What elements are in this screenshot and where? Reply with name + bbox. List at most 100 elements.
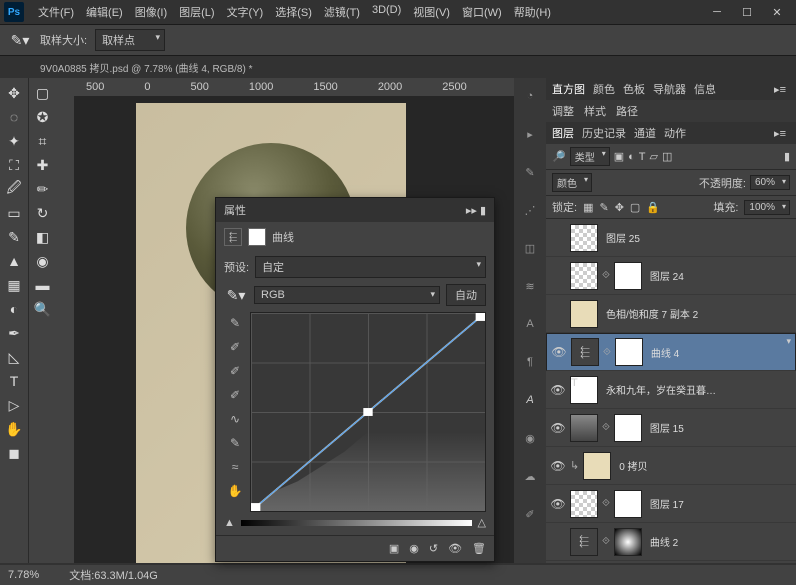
layer-name[interactable]: 曲线 2 bbox=[650, 534, 792, 549]
auto-button[interactable]: 自动 bbox=[446, 284, 486, 306]
link-icon[interactable]: ⟐ bbox=[602, 270, 610, 281]
fill-value[interactable]: 100% bbox=[744, 200, 790, 215]
pen-tool-icon[interactable]: ✒ bbox=[2, 322, 26, 344]
menu-select[interactable]: 选择(S) bbox=[269, 4, 318, 20]
slice-tool-icon[interactable]: ⌗ bbox=[31, 130, 55, 152]
menu-window[interactable]: 窗口(W) bbox=[456, 4, 508, 20]
layer-thumbnail[interactable]: ⬱ bbox=[570, 528, 598, 556]
rect-marquee-tool-icon[interactable]: ▢ bbox=[31, 82, 55, 104]
filter-shape-icon[interactable]: ▱ bbox=[650, 150, 658, 163]
visibility-toggle[interactable]: 👁 bbox=[550, 497, 566, 511]
visibility-toggle[interactable]: 👁 bbox=[550, 383, 566, 397]
shape-tool-icon[interactable]: ▬ bbox=[31, 274, 55, 296]
layer-mask-thumbnail[interactable] bbox=[614, 414, 642, 442]
pencil-tool-icon[interactable]: ✏ bbox=[31, 178, 55, 200]
paragraph-panel-icon[interactable]: ¶ bbox=[518, 350, 542, 374]
minimize-button[interactable]: ─ bbox=[702, 2, 732, 22]
eyedropper-tool-icon[interactable]: 🖉 bbox=[2, 178, 26, 200]
foreground-color[interactable]: ◼ bbox=[2, 442, 26, 464]
mask-icon[interactable] bbox=[248, 228, 266, 246]
channel-select[interactable]: RGB bbox=[254, 286, 440, 304]
panel-menu-icon[interactable]: ▸≡ bbox=[770, 127, 790, 140]
blur-tool-icon[interactable]: ◉ bbox=[31, 250, 55, 272]
libraries-panel-icon[interactable]: ◉ bbox=[518, 426, 542, 450]
layer-thumbnail[interactable] bbox=[570, 224, 598, 252]
layer-row[interactable]: 👁 ⬱ ⟐ 曲线 4 bbox=[546, 333, 796, 371]
visibility-toggle[interactable]: 👁 bbox=[550, 459, 566, 473]
sample-size-select[interactable]: 取样点 bbox=[95, 29, 165, 51]
layer-mask-thumbnail[interactable] bbox=[614, 490, 642, 518]
magic-wand-tool-icon[interactable]: ✦ bbox=[2, 130, 26, 152]
layer-name[interactable]: 图层 17 bbox=[650, 496, 792, 511]
tool-presets-icon[interactable]: ✎ bbox=[518, 160, 542, 184]
layer-row[interactable]: 色相/饱和度 7 副本 2 bbox=[546, 295, 796, 333]
crop-tool-icon[interactable]: ⛶ bbox=[2, 154, 26, 176]
move-tool-icon[interactable]: ✥ bbox=[2, 82, 26, 104]
maximize-button[interactable]: ☐ bbox=[732, 2, 762, 22]
character-panel-icon[interactable]: A bbox=[518, 312, 542, 336]
link-icon[interactable]: ⟐ bbox=[602, 536, 610, 547]
tab-paths[interactable]: 路径 bbox=[616, 103, 638, 119]
layer-row[interactable]: 👁↳0 拷贝 bbox=[546, 447, 796, 485]
tab-history[interactable]: 历史记录 bbox=[582, 125, 626, 141]
properties-panel[interactable]: 属性 ▸▸ ▮ ⬱ 曲线 预设: 自定 ✎▾ RGB 自动 ✎ ✐ ✐ ✐ ∿ … bbox=[215, 197, 495, 562]
dodge-tool-icon[interactable]: ◐ bbox=[2, 298, 26, 320]
draw-curve-icon[interactable]: ✎ bbox=[224, 432, 246, 454]
view-previous-icon[interactable]: ◉ bbox=[409, 542, 419, 555]
marquee-tool-icon[interactable]: ▭ bbox=[2, 202, 26, 224]
close-button[interactable]: ✕ bbox=[762, 2, 792, 22]
tab-swatches[interactable]: 色板 bbox=[623, 81, 645, 97]
toggle-visibility-icon[interactable]: 👁 bbox=[448, 542, 462, 555]
layer-row[interactable]: ⬱ ⟐ 曲线 2 bbox=[546, 523, 796, 561]
layer-row[interactable]: 👁T永和九年，岁在癸丑暮… bbox=[546, 371, 796, 409]
menu-filter[interactable]: 滤镜(T) bbox=[318, 4, 366, 20]
on-image-tool-icon[interactable]: ✎ bbox=[224, 312, 246, 334]
type-tool-icon[interactable]: T bbox=[2, 370, 26, 392]
menu-layer[interactable]: 图层(L) bbox=[173, 4, 220, 20]
curves-graph[interactable] bbox=[250, 312, 486, 512]
brushes-panel-icon[interactable]: ⋰ bbox=[518, 198, 542, 222]
lock-position-icon[interactable]: ✥ bbox=[615, 201, 624, 214]
tab-styles[interactable]: 样式 bbox=[584, 103, 606, 119]
zoom-tool-icon[interactable]: 🔍 bbox=[31, 298, 55, 320]
gray-point-icon[interactable]: ✐ bbox=[224, 360, 246, 382]
visibility-toggle[interactable]: 👁 bbox=[551, 345, 567, 359]
cc-panel-icon[interactable]: ☁ bbox=[518, 464, 542, 488]
menu-edit[interactable]: 编辑(E) bbox=[80, 4, 129, 20]
black-point-icon[interactable]: ✐ bbox=[224, 384, 246, 406]
link-icon[interactable]: ⟐ bbox=[603, 347, 611, 358]
lock-all-icon[interactable]: 🔒 bbox=[646, 201, 660, 214]
black-slider-icon[interactable]: ▲ bbox=[224, 517, 235, 529]
opacity-value[interactable]: 60% bbox=[750, 175, 790, 190]
menu-3d[interactable]: 3D(D) bbox=[366, 4, 407, 20]
clip-icon[interactable]: ▣ bbox=[389, 542, 399, 555]
layer-name[interactable]: 色相/饱和度 7 副本 2 bbox=[606, 306, 792, 321]
layer-thumbnail[interactable]: T bbox=[570, 376, 598, 404]
link-icon[interactable]: ⟐ bbox=[602, 422, 610, 433]
visibility-toggle[interactable]: 👁 bbox=[550, 421, 566, 435]
menu-image[interactable]: 图像(I) bbox=[129, 4, 173, 20]
reset-icon[interactable]: ↺ bbox=[429, 542, 438, 555]
tab-info[interactable]: 信息 bbox=[694, 81, 716, 97]
layer-thumbnail[interactable]: ⬱ bbox=[571, 338, 599, 366]
link-icon[interactable]: ⟐ bbox=[602, 498, 610, 509]
path-tool-icon[interactable]: ◺ bbox=[2, 346, 26, 368]
layer-mask-thumbnail[interactable] bbox=[615, 338, 643, 366]
filter-adjust-icon[interactable]: ◐ bbox=[628, 151, 635, 163]
layers-panel-icon[interactable]: ≋ bbox=[518, 274, 542, 298]
gradient-tool-icon[interactable]: ▦ bbox=[2, 274, 26, 296]
layer-mask-thumbnail[interactable] bbox=[614, 262, 642, 290]
glyphs-panel-icon[interactable]: A bbox=[518, 388, 542, 412]
actions-panel-icon[interactable]: ▸ bbox=[518, 122, 542, 146]
tab-actions[interactable]: 动作 bbox=[664, 125, 686, 141]
layer-mask-thumbnail[interactable] bbox=[614, 528, 642, 556]
lock-pixels-icon[interactable]: ▦ bbox=[583, 201, 593, 214]
layer-name[interactable]: 图层 25 bbox=[606, 230, 792, 245]
layer-name[interactable]: 曲线 4 bbox=[651, 345, 791, 360]
point-curve-icon[interactable]: ∿ bbox=[224, 408, 246, 430]
layers-list[interactable]: 图层 25⟐图层 24色相/饱和度 7 副本 2👁⬱⟐曲线 4👁T永和九年，岁在… bbox=[546, 219, 796, 563]
delete-icon[interactable]: 🗑 bbox=[472, 542, 486, 555]
panel-menu-icon[interactable]: ▸≡ bbox=[770, 83, 790, 96]
layer-thumbnail[interactable] bbox=[570, 490, 598, 518]
tab-navigator[interactable]: 导航器 bbox=[653, 81, 686, 97]
